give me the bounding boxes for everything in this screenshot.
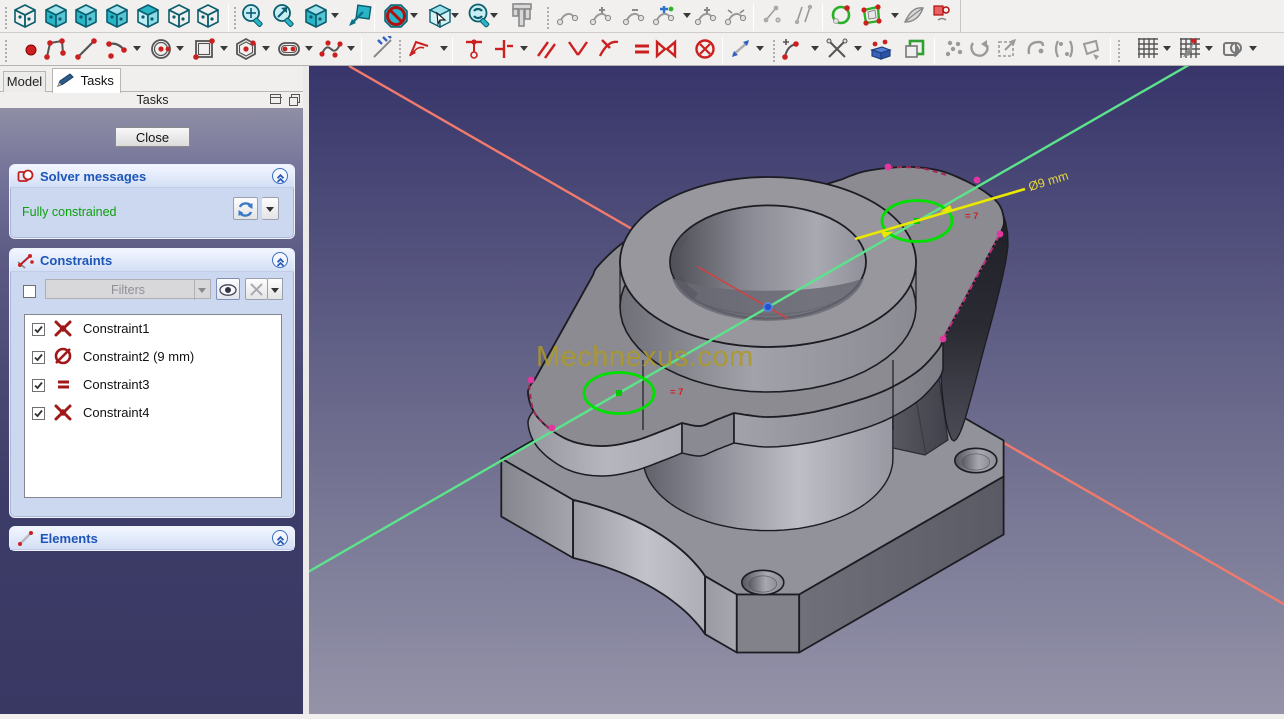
svg-text:= 7: = 7 — [965, 211, 978, 222]
svg-text:= 7: = 7 — [670, 387, 683, 398]
svg-text:Mechnexus.com: Mechnexus.com — [536, 341, 754, 373]
